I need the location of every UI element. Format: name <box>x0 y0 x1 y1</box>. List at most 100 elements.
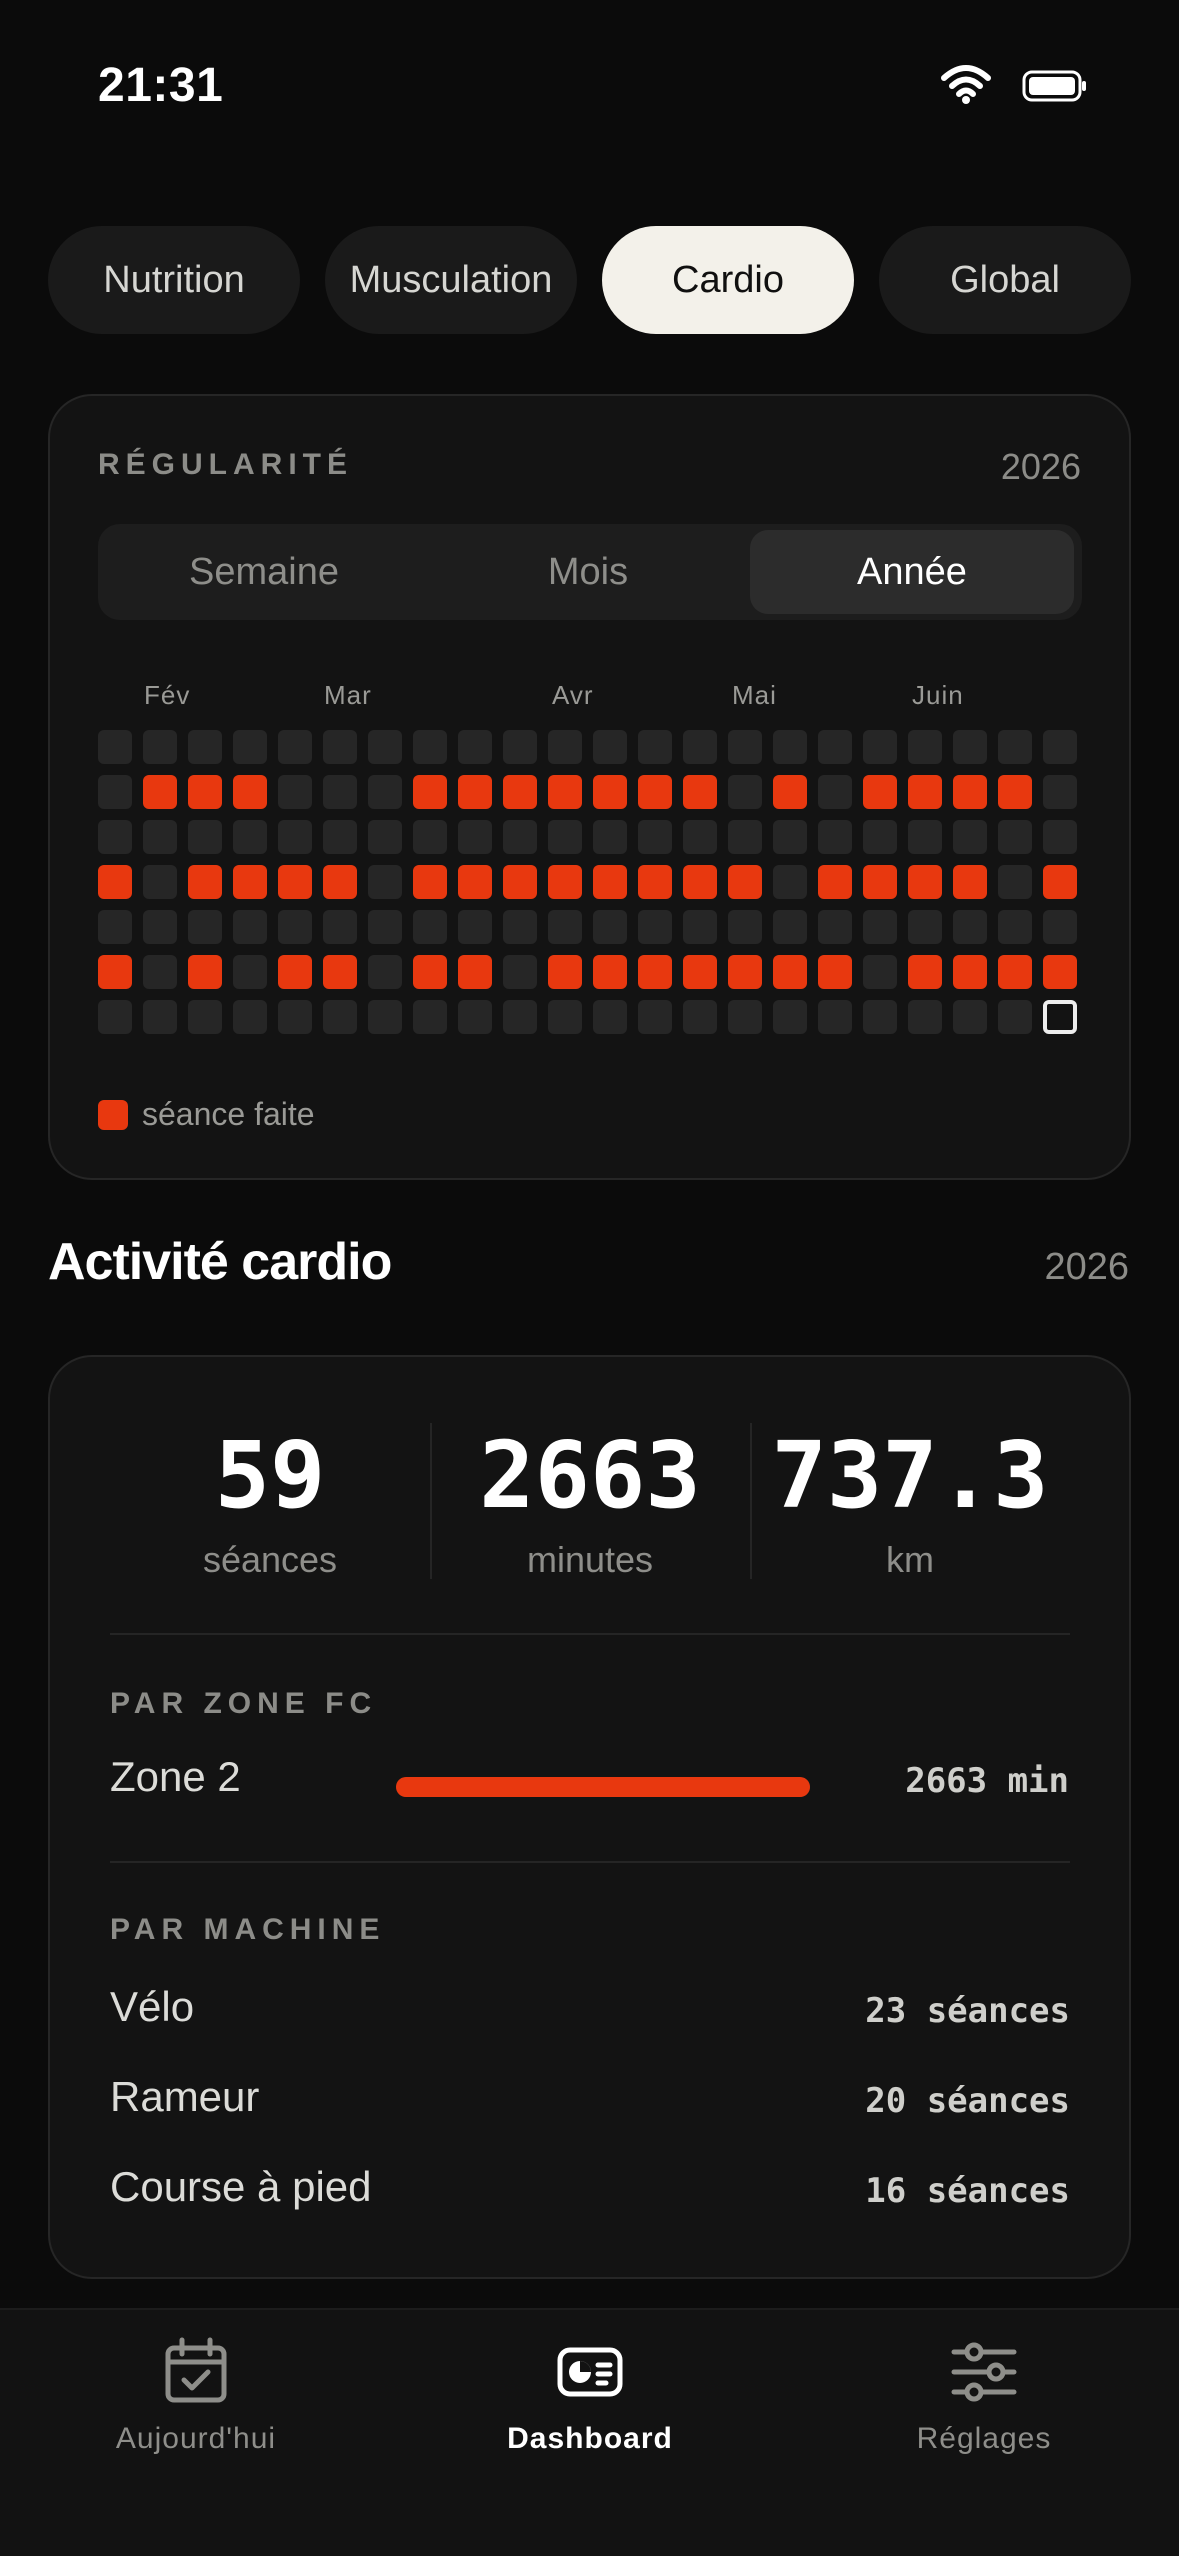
heatmap-cell <box>458 1000 492 1034</box>
nav-dashboard-label: Dashboard <box>507 2422 673 2455</box>
heatmap-cell <box>278 910 312 944</box>
heatmap-cell <box>863 955 897 989</box>
heatmap-cell <box>683 820 717 854</box>
nav-today[interactable]: Aujourd'hui <box>46 2336 346 2466</box>
nav-settings[interactable]: Réglages <box>834 2336 1134 2466</box>
heatmap-cell <box>863 775 897 809</box>
tab-cardio[interactable]: Cardio <box>602 226 854 334</box>
heatmap-cell <box>188 1000 222 1034</box>
month-label-jun: Juin <box>912 680 964 710</box>
heatmap-cell <box>908 820 942 854</box>
heatmap-cell <box>458 775 492 809</box>
heatmap-cell <box>818 775 852 809</box>
nav-today-label: Aujourd'hui <box>115 2422 277 2455</box>
machine-row-rameur: Rameur 20 séances <box>110 2073 1070 2133</box>
month-label-may: Mai <box>732 680 777 710</box>
heatmap-cell <box>188 955 222 989</box>
heatmap-cell <box>233 910 267 944</box>
tab-nutrition[interactable]: Nutrition <box>48 226 300 334</box>
machine-count: 16 séances <box>865 2171 1070 2211</box>
heatmap-cell <box>368 1000 402 1034</box>
tab-global[interactable]: Global <box>879 226 1131 334</box>
heatmap-cell <box>818 820 852 854</box>
heatmap-cell <box>728 865 762 899</box>
zones-title: PAR ZONE FC <box>110 1687 378 1720</box>
heatmap-cell <box>728 730 762 764</box>
heatmap-cell <box>458 910 492 944</box>
heatmap-cell <box>548 820 582 854</box>
heatmap-cell <box>908 865 942 899</box>
heatmap-cell <box>323 730 357 764</box>
stat-minutes-label: minutes <box>526 1539 654 1580</box>
heatmap-cell <box>953 730 987 764</box>
heatmap-cell <box>368 955 402 989</box>
heatmap-cell <box>863 910 897 944</box>
dashboard-icon <box>557 2347 623 2397</box>
heatmap-cell <box>368 910 402 944</box>
heatmap-cell <box>233 775 267 809</box>
heatmap-cell <box>188 910 222 944</box>
heatmap-cell <box>98 820 132 854</box>
heatmap-cell <box>143 955 177 989</box>
heatmap-cell <box>368 775 402 809</box>
heatmap-cell <box>773 820 807 854</box>
heatmap-cell <box>233 730 267 764</box>
heatmap-cell <box>188 865 222 899</box>
heatmap-cell <box>503 955 537 989</box>
heatmap-cell <box>593 865 627 899</box>
heatmap-cell <box>953 820 987 854</box>
heatmap-cell <box>503 775 537 809</box>
period-week[interactable]: Semaine <box>102 530 426 614</box>
legend-label: séance faite <box>142 1096 315 1132</box>
heatmap-cell <box>998 820 1032 854</box>
heatmap-cell <box>863 820 897 854</box>
activity-title: Activité cardio <box>48 1233 392 1291</box>
period-month[interactable]: Mois <box>426 530 750 614</box>
regularity-card: RÉGULARITÉ 2026 Semaine Mois Année Fév M… <box>48 394 1131 1180</box>
heatmap-cell <box>1043 910 1077 944</box>
nav-dashboard[interactable]: Dashboard <box>440 2336 740 2466</box>
section-divider <box>110 1633 1070 1635</box>
heatmap-cell <box>998 775 1032 809</box>
heatmap-cell <box>413 910 447 944</box>
heatmap-cell <box>728 820 762 854</box>
machine-count: 20 séances <box>865 2081 1070 2121</box>
heatmap-cell <box>458 865 492 899</box>
heatmap-cell <box>548 865 582 899</box>
stat-minutes-value: 2663 <box>479 1422 701 1529</box>
heatmap-cell <box>818 865 852 899</box>
heatmap-cell <box>233 820 267 854</box>
tab-musculation[interactable]: Musculation <box>325 226 577 334</box>
heatmap-cell <box>953 1000 987 1034</box>
wifi-icon <box>941 65 991 104</box>
machine-row-course: Course à pied 16 séances <box>110 2163 1070 2223</box>
heatmap-cell <box>638 955 672 989</box>
heatmap-cell <box>503 865 537 899</box>
battery-icon <box>1022 70 1086 102</box>
heatmap-cell <box>323 775 357 809</box>
heatmap-cell <box>413 865 447 899</box>
heatmap-cell <box>863 730 897 764</box>
heatmap-cell <box>593 955 627 989</box>
status-time: 21:31 <box>98 59 224 112</box>
heatmap-cell <box>143 910 177 944</box>
heatmap-cell <box>188 775 222 809</box>
heatmap-cell <box>998 1000 1032 1034</box>
heatmap-cell <box>593 910 627 944</box>
heatmap-cell <box>143 730 177 764</box>
heatmap-cell <box>278 730 312 764</box>
heatmap-cell <box>818 955 852 989</box>
heatmap-cell <box>953 775 987 809</box>
heatmap-cell <box>953 955 987 989</box>
stat-km-value: 737.3 <box>771 1422 1049 1529</box>
heatmap-cell <box>728 1000 762 1034</box>
heatmap-cell <box>863 1000 897 1034</box>
heatmap-cell <box>593 730 627 764</box>
period-year[interactable]: Année <box>750 530 1074 614</box>
activity-year: 2026 <box>1044 1246 1129 1288</box>
heatmap-cell <box>98 955 132 989</box>
heatmap-cell <box>368 730 402 764</box>
heatmap-cell <box>908 775 942 809</box>
stat-km: 737.3 km <box>750 1421 1070 1581</box>
calendar-check-icon <box>165 2337 227 2403</box>
